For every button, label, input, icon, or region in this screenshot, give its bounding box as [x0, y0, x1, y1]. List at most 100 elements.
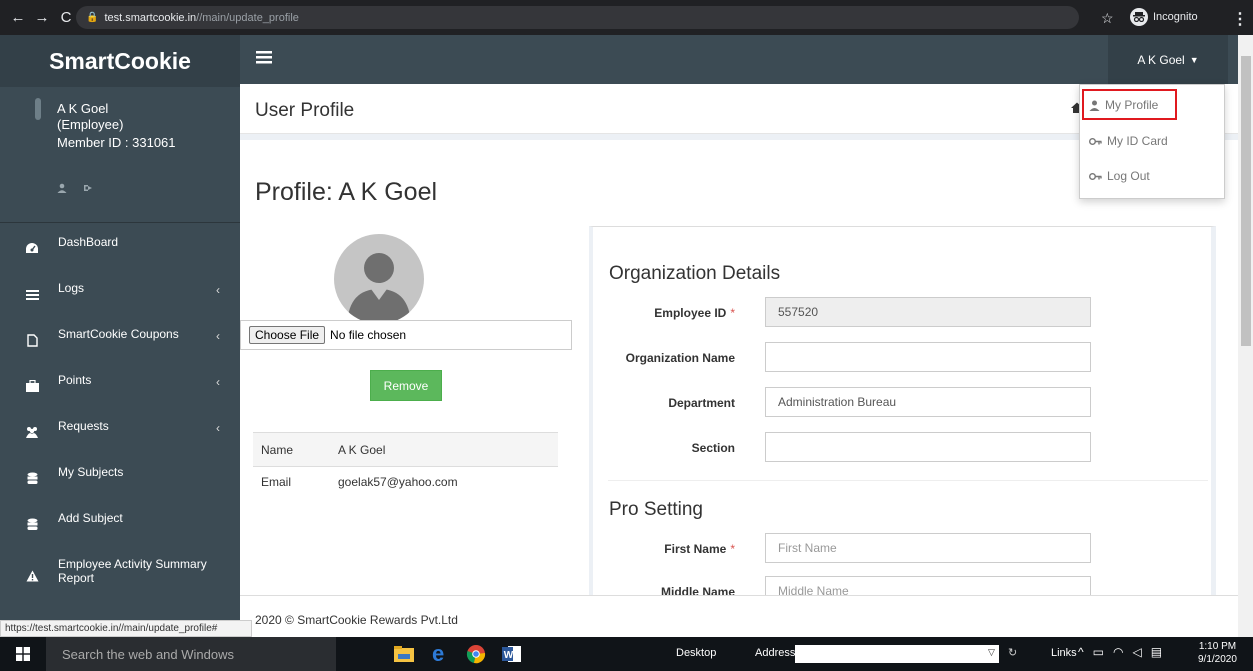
table-row: Email goelak57@yahoo.com: [253, 466, 558, 500]
sidebar-item-requests[interactable]: Requests ‹: [0, 411, 240, 457]
chrome-icon[interactable]: [463, 641, 489, 667]
clock-date: 9/1/2020: [1198, 654, 1237, 665]
menu-item-label: My ID Card: [1107, 134, 1168, 148]
sidebar-item-label: DashBoard: [58, 235, 119, 249]
incognito-icon: [1130, 8, 1148, 26]
sidebar-item-label: Employee Activity Summary Report: [58, 557, 207, 585]
hamburger-icon[interactable]: [256, 51, 272, 64]
wifi-icon[interactable]: ◠: [1113, 645, 1123, 659]
field-label: Employee ID *: [654, 306, 735, 320]
footer: 2020 © SmartCookie Rewards Pvt.Ltd: [240, 595, 1238, 637]
notification-icon[interactable]: ▤: [1151, 645, 1162, 659]
app-logo[interactable]: SmartCookie: [0, 35, 240, 87]
taskbar-search[interactable]: Search the web and Windows: [46, 637, 336, 671]
links-toolbar-label[interactable]: Links: [1051, 647, 1077, 659]
taskbar-address-input[interactable]: [795, 645, 999, 663]
footer-text: 2020 © SmartCookie Rewards Pvt.Ltd: [255, 613, 458, 627]
bookmark-star-icon[interactable]: ☆: [1101, 10, 1114, 27]
volume-icon[interactable]: ◁: [1132, 645, 1141, 659]
list-icon: [24, 287, 40, 301]
profile-title: Profile: A K Goel: [255, 178, 438, 206]
chevron-left-icon: ‹: [216, 421, 220, 435]
user-panel: A K Goel (Employee) Member ID : 331061: [0, 87, 240, 223]
address-toolbar-label: Address: [755, 647, 796, 659]
file-upload: Choose File No file chosen: [240, 320, 572, 350]
menu-item-label: Log Out: [1107, 169, 1150, 183]
sidebar-item-dashboard[interactable]: DashBoard: [0, 227, 240, 273]
svg-text:W: W: [504, 650, 514, 661]
taskbar-search-placeholder: Search the web and Windows: [62, 646, 234, 662]
section-field[interactable]: [765, 432, 1091, 462]
sidebar-item-points[interactable]: Points ‹: [0, 365, 240, 411]
reload-icon[interactable]: C: [56, 8, 76, 28]
section-title-organization: Organization Details: [609, 263, 781, 284]
edge-icon[interactable]: e: [427, 641, 453, 667]
user-name: A K Goel: [57, 101, 109, 116]
table-row: Name A K Goel: [253, 432, 558, 466]
word-icon[interactable]: W: [499, 641, 525, 667]
chevron-down-icon[interactable]: ▽: [988, 647, 995, 658]
sidebar-item-activity-report[interactable]: Employee Activity Summary Report: [0, 549, 240, 609]
info-value: A K Goel: [338, 442, 386, 457]
settings-panel: Organization Details Employee ID * 557520…: [589, 226, 1216, 637]
remove-button[interactable]: Remove: [370, 370, 442, 401]
browser-menu-icon[interactable]: ⋮: [1232, 9, 1248, 29]
user-menu-button[interactable]: A K Goel ▼: [1108, 35, 1228, 84]
sidebar-item-my-subjects[interactable]: My Subjects: [0, 457, 240, 503]
user-dropdown-menu: My Profile My ID Card Log Out: [1079, 84, 1225, 199]
url-host: test.smartcookie.in: [104, 11, 197, 24]
address-bar[interactable]: 🔒 test.smartcookie.in//main/update_profi…: [76, 6, 1079, 29]
sidebar-item-label: Requests: [58, 419, 109, 433]
menu-item-my-profile[interactable]: My Profile: [1089, 92, 1158, 118]
file-explorer-icon[interactable]: [391, 641, 417, 667]
top-navbar: A K Goel ▼: [240, 35, 1253, 84]
system-tray: ^ ▭ ◠ ◁ ▤: [1078, 645, 1162, 659]
back-icon[interactable]: ←: [8, 8, 28, 28]
user-icon: [1089, 100, 1100, 111]
menu-item-label: My Profile: [1105, 98, 1159, 112]
department-field[interactable]: Administration Bureau: [765, 387, 1091, 417]
page-title: User Profile: [255, 100, 355, 121]
profile-icon[interactable]: [57, 183, 67, 193]
forward-icon[interactable]: →: [32, 8, 52, 28]
info-key: Name: [261, 442, 294, 457]
sidebar: SmartCookie A K Goel (Employee) Member I…: [0, 35, 240, 637]
field-label: Section: [691, 441, 735, 455]
svg-text:e: e: [432, 644, 444, 664]
lock-icon: 🔒: [86, 12, 99, 23]
sidebar-item-coupons[interactable]: SmartCookie Coupons ‹: [0, 319, 240, 365]
scrollbar-thumb[interactable]: [1241, 56, 1251, 346]
refresh-icon[interactable]: ↻: [1008, 646, 1017, 659]
menu-item-log-out[interactable]: Log Out: [1089, 163, 1150, 189]
section-title-pro-setting: Pro Setting: [609, 499, 703, 520]
sidebar-item-add-subject[interactable]: Add Subject: [0, 503, 240, 549]
chevron-left-icon: ‹: [216, 375, 220, 389]
sign-out-icon[interactable]: [83, 183, 93, 193]
organization-name-field[interactable]: [765, 342, 1091, 372]
info-key: Email: [261, 475, 292, 489]
battery-icon[interactable]: ▭: [1093, 645, 1104, 659]
windows-taskbar: Search the web and Windows e W Desktop A…: [0, 637, 1253, 671]
taskbar-clock[interactable]: 1:10 PM 9/1/2020: [1198, 640, 1237, 666]
chevron-left-icon: ‹: [216, 283, 220, 297]
first-name-field[interactable]: First Name: [765, 533, 1091, 563]
incognito-indicator[interactable]: Incognito: [1130, 6, 1198, 28]
employee-id-field[interactable]: 557520: [765, 297, 1091, 327]
menu-item-my-id-card[interactable]: My ID Card: [1089, 128, 1168, 154]
user-avatar-placeholder: [35, 98, 41, 120]
field-label: First Name *: [664, 542, 735, 556]
chevron-up-icon[interactable]: ^: [1078, 645, 1084, 659]
dashboard-icon: [24, 241, 40, 255]
url-path: //main/update_profile: [196, 11, 299, 24]
users-icon: [24, 425, 40, 439]
sidebar-item-logs[interactable]: Logs ‹: [0, 273, 240, 319]
sidebar-item-label: Add Subject: [58, 511, 123, 525]
choose-file-button[interactable]: Choose File: [249, 326, 326, 344]
user-menu-label: A K Goel: [1137, 52, 1185, 67]
key-icon: [1089, 172, 1102, 181]
desktop-toolbar-label[interactable]: Desktop: [676, 647, 716, 659]
warning-icon: [24, 569, 40, 583]
incognito-label: Incognito: [1153, 11, 1198, 23]
windows-start-icon[interactable]: [16, 647, 30, 661]
form-row-employee-id: Employee ID * 557520: [593, 297, 1213, 327]
